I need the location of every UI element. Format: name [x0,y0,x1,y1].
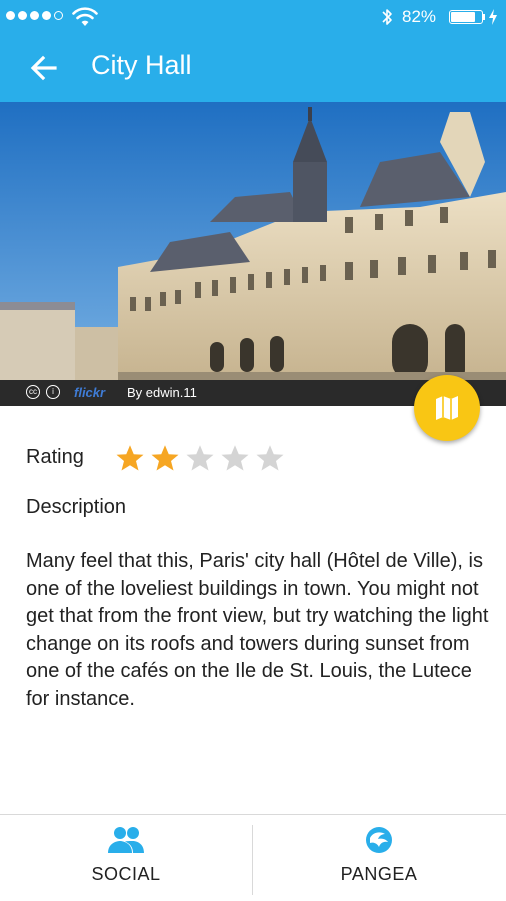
app-bar: City Hall [0,33,506,102]
rating-stars [115,443,285,473]
battery-percent: 82% [402,7,437,26]
map-icon [436,396,458,420]
signal-strength-icon [6,11,63,20]
attribution-icon: i [46,385,60,399]
bluetooth-icon [382,9,392,25]
people-icon [108,827,144,853]
status-bar: 82% [0,0,506,33]
star-empty-icon[interactable] [185,443,215,473]
back-button[interactable] [24,51,64,85]
place-photo [0,102,506,406]
star-empty-icon[interactable] [255,443,285,473]
description-label: Description [26,496,127,518]
page-title: City Hall [91,50,192,80]
flickr-logo: flickr [74,385,106,400]
star-empty-icon[interactable] [220,443,250,473]
arrow-left-icon [30,55,57,81]
tab-pangea[interactable]: PANGEA [253,815,505,901]
battery-icon [449,10,483,24]
tab-social-label: SOCIAL [91,864,161,884]
rating-label: Rating [26,446,84,468]
map-button[interactable] [414,375,480,441]
star-filled-icon[interactable] [150,443,180,473]
bottom-tab-bar: SOCIAL PANGEA [0,814,506,901]
tab-social[interactable]: SOCIAL [0,815,252,901]
description-text: Many feel that this, Paris' city hall (H… [26,550,489,710]
pangea-logo-icon [366,827,392,853]
star-filled-icon[interactable] [115,443,145,473]
wifi-icon [72,7,98,26]
charging-icon [489,9,497,25]
tab-pangea-label: PANGEA [340,864,418,884]
photo-author: By edwin.11 [127,385,197,400]
cc-icon: cc [26,385,40,399]
